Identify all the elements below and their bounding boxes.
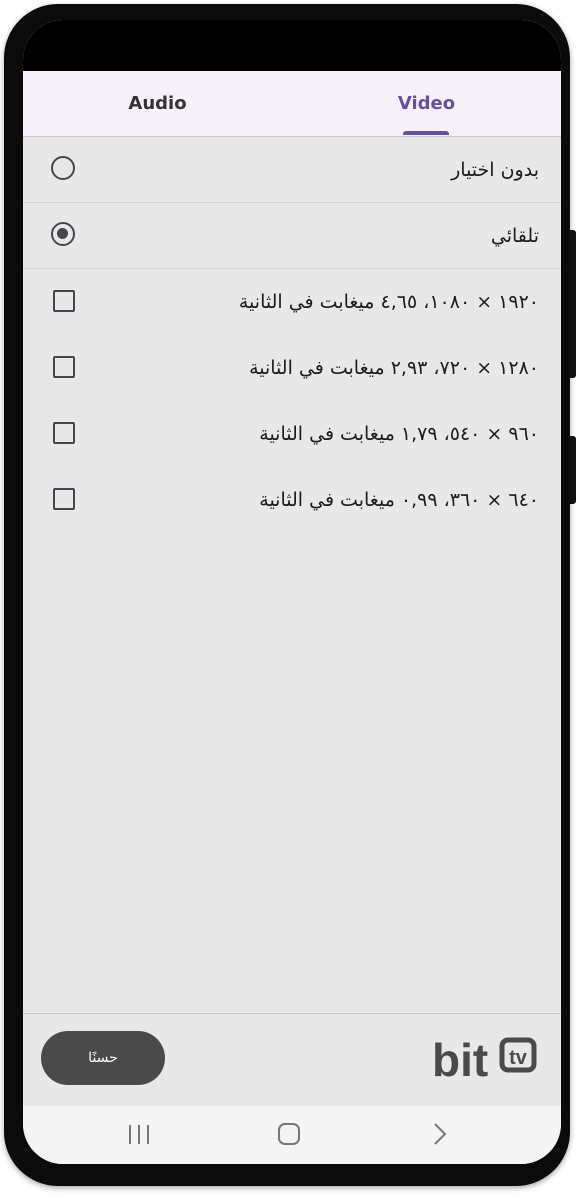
- radio-button[interactable]: [51, 156, 75, 180]
- checkbox[interactable]: [53, 290, 75, 312]
- tab-audio[interactable]: Audio: [23, 71, 292, 136]
- ok-button[interactable]: حسنًا: [41, 1031, 165, 1085]
- tab-video[interactable]: Video: [292, 71, 561, 136]
- active-tab-indicator: [403, 131, 449, 135]
- option-row-none[interactable]: بدون اختيار: [23, 137, 561, 203]
- option-label: تلقائي: [490, 225, 539, 247]
- track-options-list: بدون اختيار تلقائي ١٩٢٠ × ١٠٨٠، ٤,٦٥ ميغ…: [23, 137, 561, 533]
- logo-text: bit: [432, 1034, 488, 1084]
- option-row-1080p[interactable]: ١٩٢٠ × ١٠٨٠، ٤,٦٥ ميغابت في الثانية: [23, 269, 561, 335]
- home-icon[interactable]: [269, 1116, 309, 1152]
- radio-button-selected[interactable]: [51, 222, 75, 246]
- phone-frame: Audio Video بدون اختيار تلقائي ١٩٢٠ × ١٠…: [4, 4, 576, 1186]
- option-label: ١٢٨٠ × ٧٢٠، ٢,٩٣ ميغابت في الثانية: [249, 357, 539, 379]
- option-row-360p[interactable]: ٦٤٠ × ٣٦٠، ٠,٩٩ ميغابت في الثانية: [23, 467, 561, 533]
- system-nav-bar: [23, 1106, 561, 1164]
- option-label: ٩٦٠ × ٥٤٠، ١,٧٩ ميغابت في الثانية: [259, 423, 539, 445]
- dialog-footer: حسنًا bit tv: [23, 1013, 561, 1106]
- volume-button: [570, 230, 576, 378]
- recent-apps-icon[interactable]: [119, 1116, 159, 1152]
- option-row-540p[interactable]: ٩٦٠ × ٥٤٠، ١,٧٩ ميغابت في الثانية: [23, 401, 561, 467]
- logo-accent-text: tv: [509, 1047, 528, 1069]
- checkbox[interactable]: [53, 422, 75, 444]
- bittv-logo: bit tv: [432, 1034, 537, 1084]
- option-row-auto[interactable]: تلقائي: [23, 203, 561, 269]
- screen: Audio Video بدون اختيار تلقائي ١٩٢٠ × ١٠…: [23, 20, 561, 1164]
- option-row-720p[interactable]: ١٢٨٠ × ٧٢٠، ٢,٩٣ ميغابت في الثانية: [23, 335, 561, 401]
- option-label: ٦٤٠ × ٣٦٠، ٠,٩٩ ميغابت في الثانية: [259, 489, 539, 511]
- option-label: ١٩٢٠ × ١٠٨٠، ٤,٦٥ ميغابت في الثانية: [238, 291, 539, 313]
- checkbox[interactable]: [53, 356, 75, 378]
- option-label: بدون اختيار: [451, 159, 539, 181]
- power-button: [570, 436, 576, 504]
- checkbox[interactable]: [53, 488, 75, 510]
- tab-bar: Audio Video: [23, 71, 561, 137]
- back-icon[interactable]: [421, 1116, 461, 1152]
